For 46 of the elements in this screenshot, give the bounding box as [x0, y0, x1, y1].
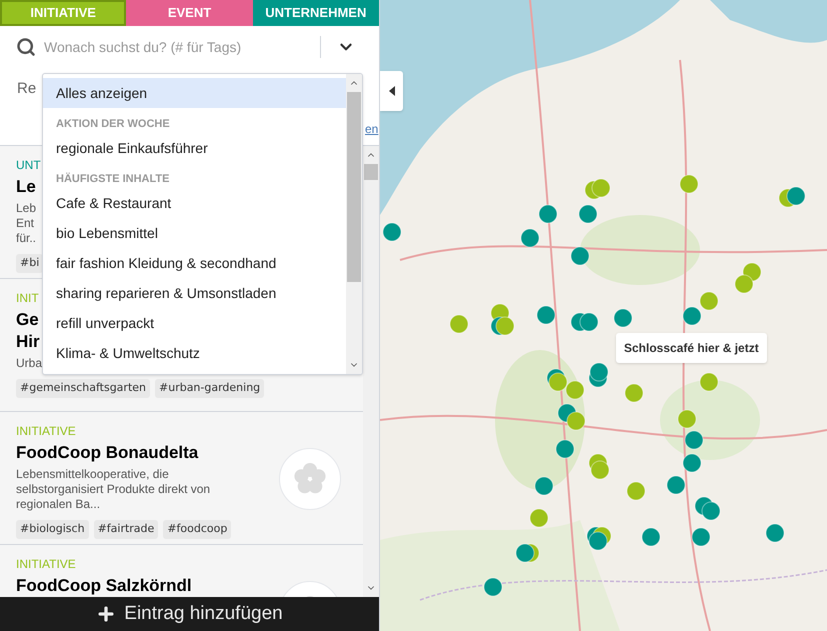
caret-left-icon: [388, 86, 394, 96]
dropdown-option[interactable]: bio Lebensmittel: [43, 218, 346, 248]
tag-chip[interactable]: #urban-gardening: [155, 379, 264, 398]
dropdown-group-header: AKTION DER WOCHE: [55, 117, 171, 132]
search-icon: [16, 37, 36, 57]
entry-description: Lebensmittelkooperative, die: [16, 467, 169, 482]
category-tab[interactable]: UNTERNEHMEN: [252, 0, 379, 26]
entry-title[interactable]: Ge: [16, 309, 39, 331]
plus-icon: [96, 604, 116, 624]
map-tooltip: Schlosscafé hier & jetzt: [616, 333, 767, 363]
entry-description: Leb: [16, 201, 36, 216]
entry-description: Urba: [16, 356, 42, 371]
entry-description: regionalen Ba...: [16, 497, 100, 512]
collapse-sidebar-button[interactable]: [380, 71, 403, 111]
dropdown-scrollbar[interactable]: [346, 74, 362, 374]
dropdown-option[interactable]: fair fashion Kleidung & secondhand: [43, 248, 346, 278]
entry-description: für..: [16, 231, 36, 246]
entry-description: Ent: [16, 216, 34, 231]
entry-title[interactable]: Le: [16, 176, 36, 198]
list-scrollbar[interactable]: [363, 146, 379, 597]
tag-chip[interactable]: #bi: [16, 254, 44, 272]
add-entry-button[interactable]: Eintrag hinzufügen: [0, 597, 379, 631]
tag-chip[interactable]: #fairtrade: [94, 520, 158, 538]
region-link[interactable]: en: [365, 120, 378, 138]
entry-description: selbstorganisiert Produkte direkt von: [16, 482, 210, 497]
dropdown-option[interactable]: sharing reparieren & Umsonstladen: [43, 278, 346, 308]
entry-title[interactable]: FoodCoop Salzkörndl: [16, 575, 192, 597]
dropdown-option[interactable]: Alles anzeigen: [43, 78, 346, 108]
entry-category: INITIATIVE: [16, 424, 76, 438]
tag-chip[interactable]: #foodcoop: [163, 520, 232, 538]
tag-chip[interactable]: #biologisch: [16, 520, 89, 538]
dropdown-group-header: HÄUFIGSTE INHALTE: [55, 172, 170, 187]
entry-category: INITIATIVE: [16, 557, 76, 571]
search-field[interactable]: Wonach suchst du? (# für Tags): [44, 36, 312, 58]
entry-category: UNT: [16, 158, 41, 172]
dropdown-option[interactable]: Cafe & Restaurant: [43, 188, 346, 218]
region-label: Re: [17, 79, 36, 99]
entry-title[interactable]: FoodCoop Bonaudelta: [16, 442, 198, 464]
scrollbar-thumb[interactable]: [364, 164, 378, 180]
tag-chip[interactable]: #gemeinschaftsgarten: [16, 379, 150, 398]
entry-category: INIT: [16, 291, 39, 305]
scrollbar-thumb[interactable]: [347, 92, 361, 282]
dropdown-option[interactable]: regionale Einkaufsführer: [43, 133, 346, 163]
dropdown-option[interactable]: refill unverpackt: [43, 308, 346, 338]
dropdown-option[interactable]: Klima- & Umweltschutz: [43, 338, 346, 368]
entry-title[interactable]: Hir: [16, 331, 40, 353]
